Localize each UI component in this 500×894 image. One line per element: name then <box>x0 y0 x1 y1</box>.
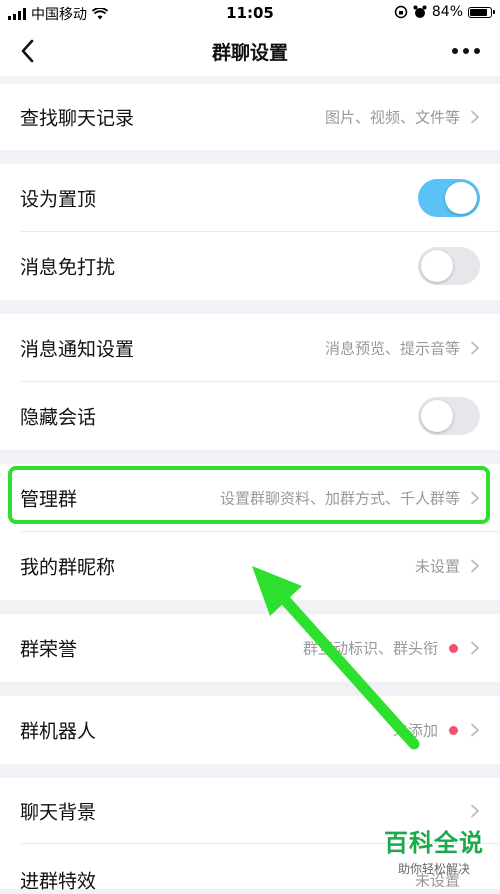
chevron-right-icon <box>471 804 480 818</box>
red-dot-badge <box>449 643 458 653</box>
watermark-title: 百科全说 <box>384 829 484 857</box>
alarm-icon <box>413 5 427 18</box>
more-dot-icon <box>474 48 480 54</box>
row-label: 隐藏会话 <box>20 406 97 429</box>
row-label: 设为置顶 <box>20 188 97 211</box>
row-do-not-disturb: 消息免打扰 <box>0 232 500 300</box>
watermark: 百科全说 助你轻松解决 <box>384 823 484 877</box>
row-pin-top: 设为置顶 <box>0 164 500 232</box>
row-hide-chat: 隐藏会话 <box>0 382 500 450</box>
row-label: 进群特效 <box>20 870 97 893</box>
row-group-robot[interactable]: 群机器人 未添加 <box>0 696 500 764</box>
row-hint: 图片、视频、文件等 <box>324 108 460 127</box>
row-label: 查找聊天记录 <box>20 107 135 130</box>
chevron-right-icon <box>471 723 480 737</box>
row-my-nickname[interactable]: 我的群昵称 未设置 <box>0 532 500 600</box>
chevron-right-icon <box>471 110 480 124</box>
battery-percent: 84% <box>431 4 463 20</box>
row-label: 聊天背景 <box>20 801 97 824</box>
chevron-right-icon <box>471 341 480 355</box>
highlight-box <box>8 466 490 524</box>
row-label: 我的群昵称 <box>20 556 116 579</box>
more-dot-icon <box>463 48 469 54</box>
row-search-history[interactable]: 查找聊天记录 图片、视频、文件等 <box>0 84 500 150</box>
red-dot-badge <box>449 725 458 735</box>
row-group-honor[interactable]: 群荣誉 群互动标识、群头衔 <box>0 614 500 682</box>
hide-chat-toggle[interactable] <box>418 397 480 435</box>
watermark-subtitle: 助你轻松解决 <box>397 862 470 876</box>
do-not-disturb-toggle[interactable] <box>418 247 480 285</box>
row-label: 群机器人 <box>20 720 97 743</box>
row-notification-settings[interactable]: 消息通知设置 消息预览、提示音等 <box>0 314 500 382</box>
more-dot-icon <box>452 48 458 54</box>
chevron-right-icon <box>471 641 480 655</box>
row-label: 群荣誉 <box>20 638 78 661</box>
pin-top-toggle[interactable] <box>418 179 480 217</box>
chevron-right-icon <box>471 559 480 573</box>
status-right: 84% <box>394 4 495 20</box>
orientation-lock-icon <box>394 5 408 19</box>
row-label: 消息免打扰 <box>20 256 116 279</box>
row-hint: 未设置 <box>414 557 460 576</box>
row-label: 消息通知设置 <box>20 338 135 361</box>
row-hint: 消息预览、提示音等 <box>324 339 460 358</box>
battery-icon <box>468 6 495 18</box>
more-button[interactable] <box>446 38 486 64</box>
row-hint: 未添加 <box>392 721 438 740</box>
nav-bar: 群聊设置 <box>0 26 500 76</box>
row-hint: 群互动标识、群头衔 <box>302 639 438 658</box>
status-bar: 中国移动 11:05 84% <box>0 0 500 26</box>
page-title: 群聊设置 <box>211 42 288 64</box>
